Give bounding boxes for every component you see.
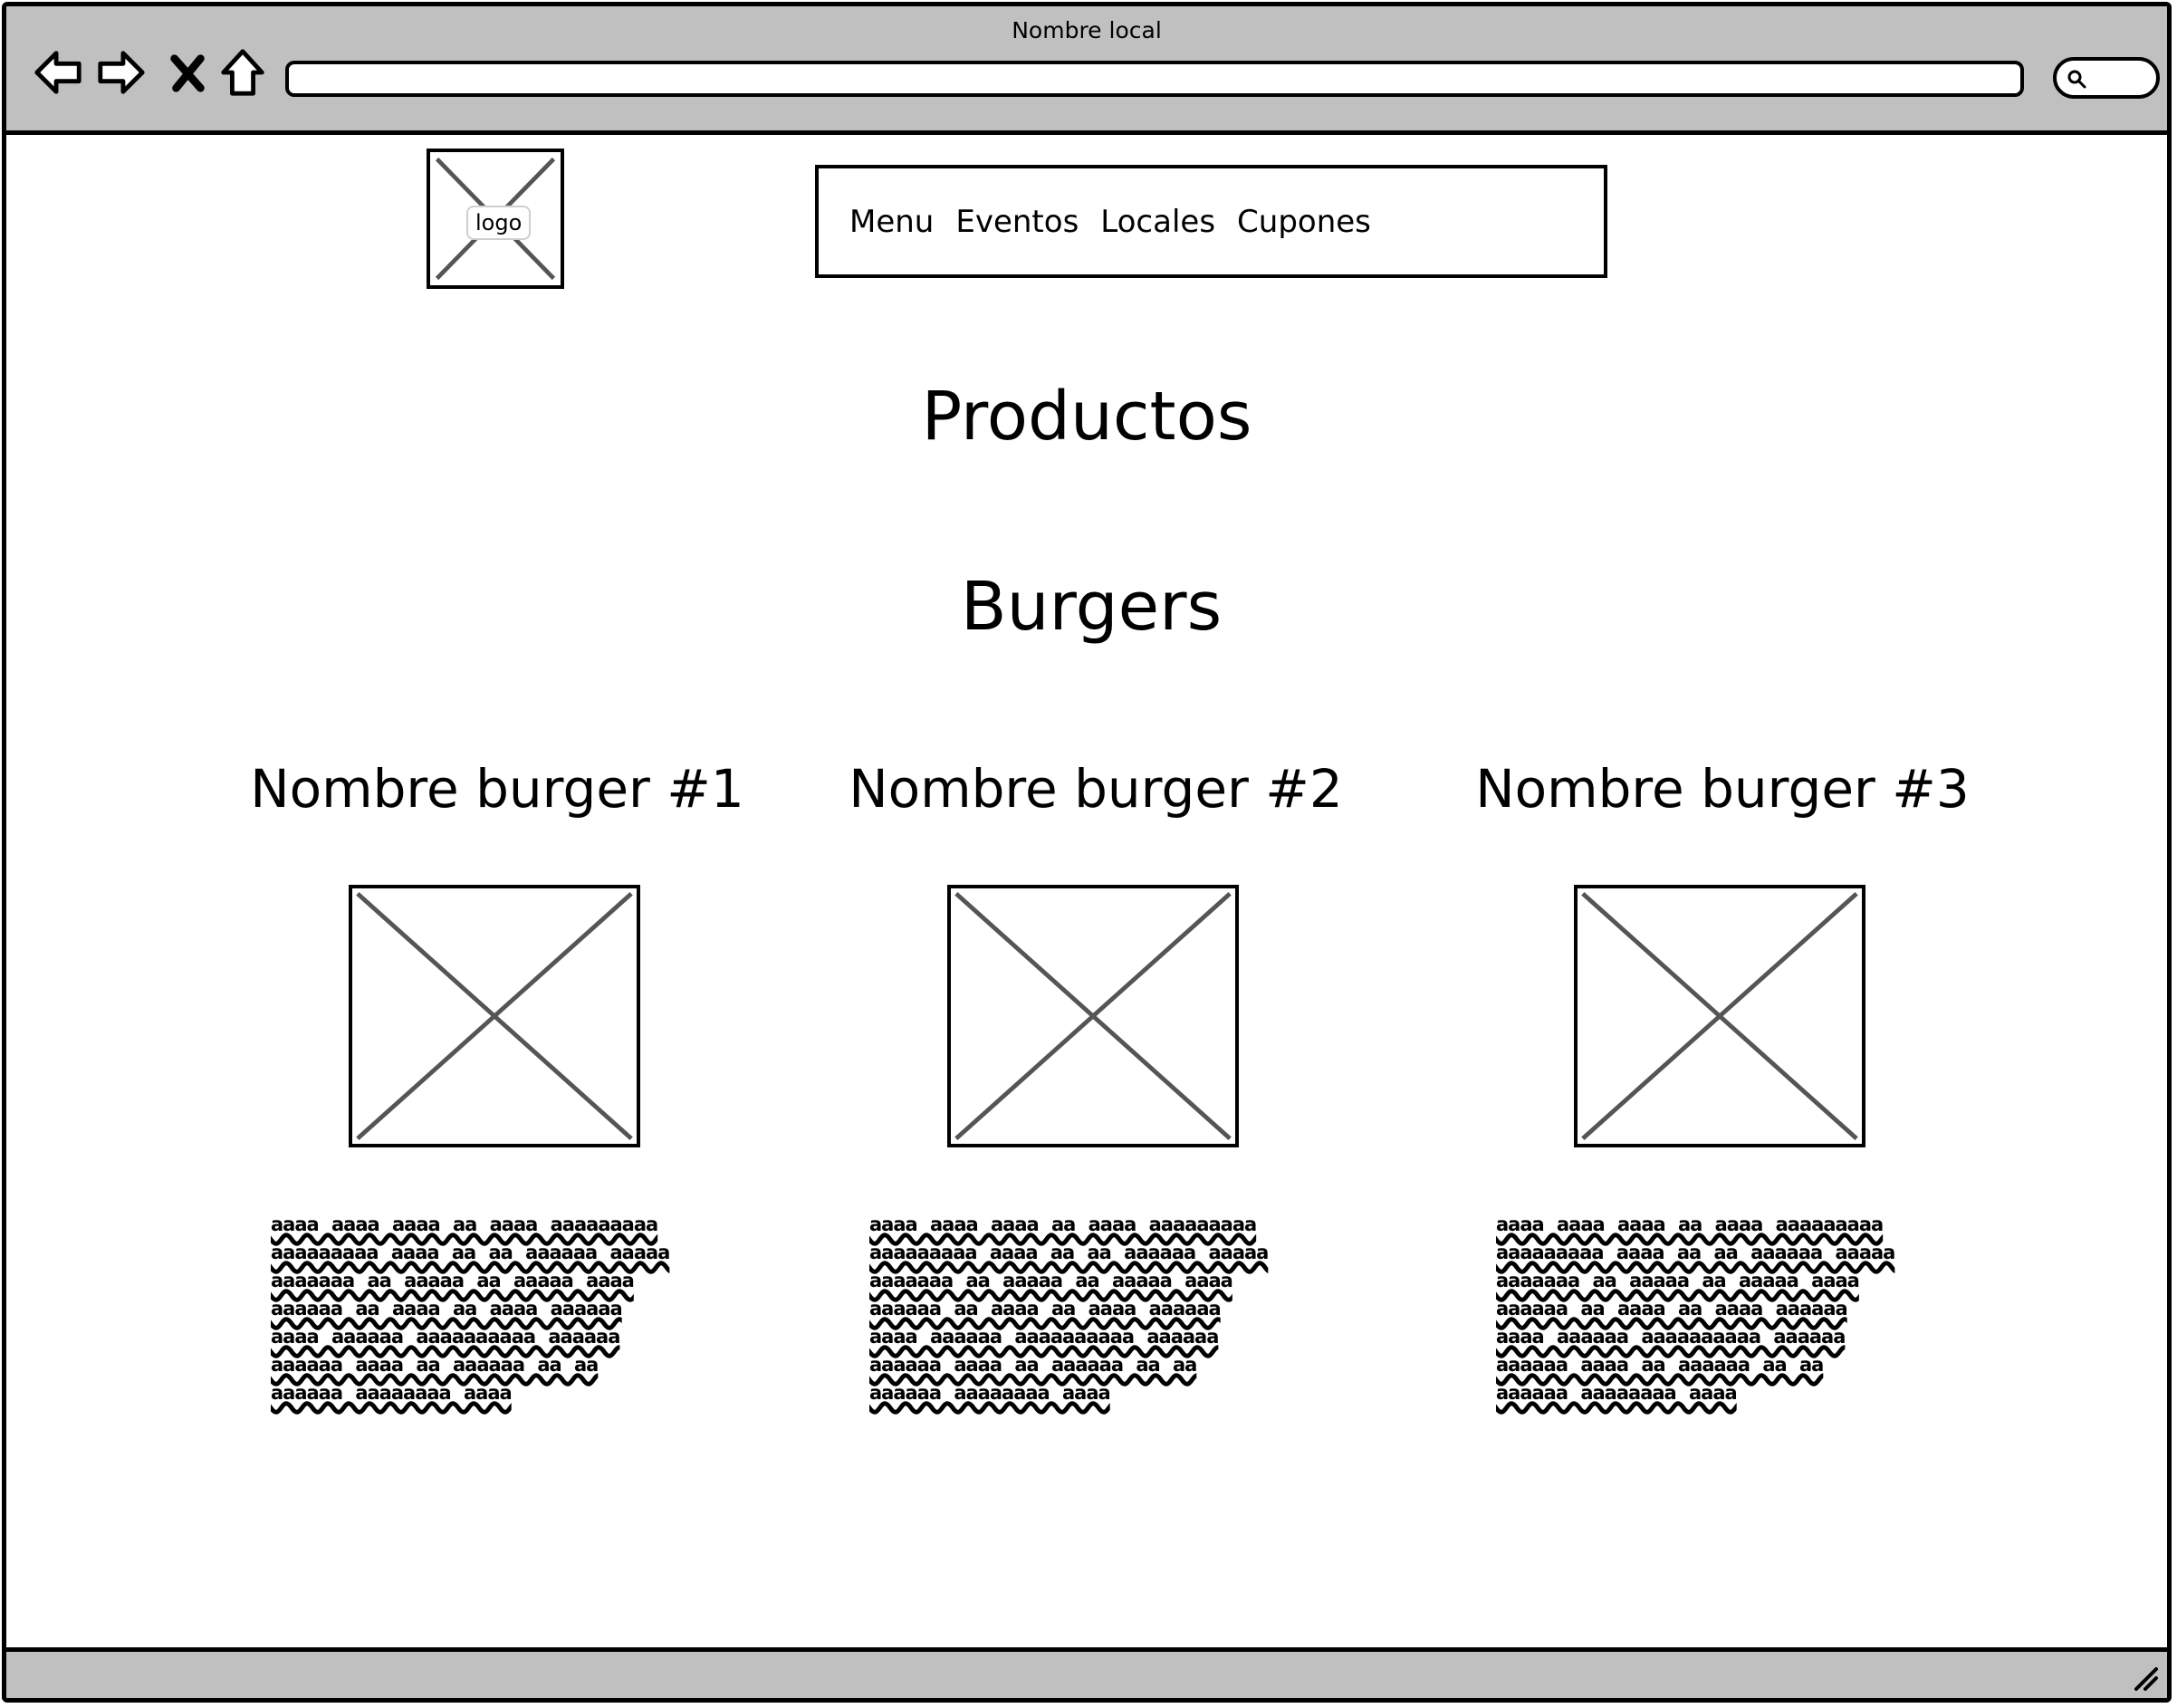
image-placeholder-icon <box>356 892 633 1140</box>
product-card[interactable]: Nombre burger #1 aaaa aaaa aaaa aa aaaa … <box>225 758 769 1404</box>
product-name: Nombre burger #1 <box>250 758 744 820</box>
logo[interactable]: logo <box>427 149 564 289</box>
resize-grip-icon[interactable] <box>2127 1660 2160 1693</box>
forward-arrow-icon[interactable] <box>95 46 148 99</box>
address-bar[interactable] <box>285 61 2024 97</box>
nav-item-locales[interactable]: Locales <box>1100 204 1215 240</box>
back-arrow-icon[interactable] <box>32 46 84 99</box>
browser-chrome: Nombre local <box>6 6 2167 135</box>
product-image <box>349 885 640 1147</box>
home-icon[interactable] <box>216 46 269 99</box>
product-description: aaaa aaaa aaaa aa aaaa aaaaaaaaa aaaaaaa… <box>271 1214 670 1404</box>
nav-item-cupones[interactable]: Cupones <box>1237 204 1371 240</box>
image-placeholder-icon <box>1581 892 1858 1140</box>
image-placeholder-icon <box>954 892 1232 1140</box>
logo-label: logo <box>466 206 532 240</box>
product-name: Nombre burger #3 <box>1475 758 1970 820</box>
search-icon <box>2067 70 2086 89</box>
product-image <box>947 885 1239 1147</box>
product-card[interactable]: Nombre burger #3 aaaa aaaa aaaa aa aaaa … <box>1451 758 1994 1404</box>
product-image <box>1574 885 1865 1147</box>
browser-window: Nombre local logo Menu Eventos Locales C… <box>2 2 2172 1703</box>
nav-item-eventos[interactable]: Eventos <box>955 204 1079 240</box>
page-title: Productos <box>921 378 1252 456</box>
close-x-icon[interactable] <box>166 46 209 99</box>
section-title: Burgers <box>960 568 1223 646</box>
product-description: aaaa aaaa aaaa aa aaaa aaaaaaaaa aaaaaaa… <box>869 1214 1269 1404</box>
product-description: aaaa aaaa aaaa aa aaaa aaaaaaaaa aaaaaaa… <box>1496 1214 1895 1404</box>
search-field[interactable] <box>2053 57 2160 99</box>
nav-item-menu[interactable]: Menu <box>849 204 934 240</box>
status-bar <box>6 1647 2167 1698</box>
product-name: Nombre burger #2 <box>849 758 1343 820</box>
product-card[interactable]: Nombre burger #2 aaaa aaaa aaaa aa aaaa … <box>824 758 1367 1404</box>
window-title: Nombre local <box>1012 17 1162 43</box>
main-nav: Menu Eventos Locales Cupones <box>815 165 1607 278</box>
